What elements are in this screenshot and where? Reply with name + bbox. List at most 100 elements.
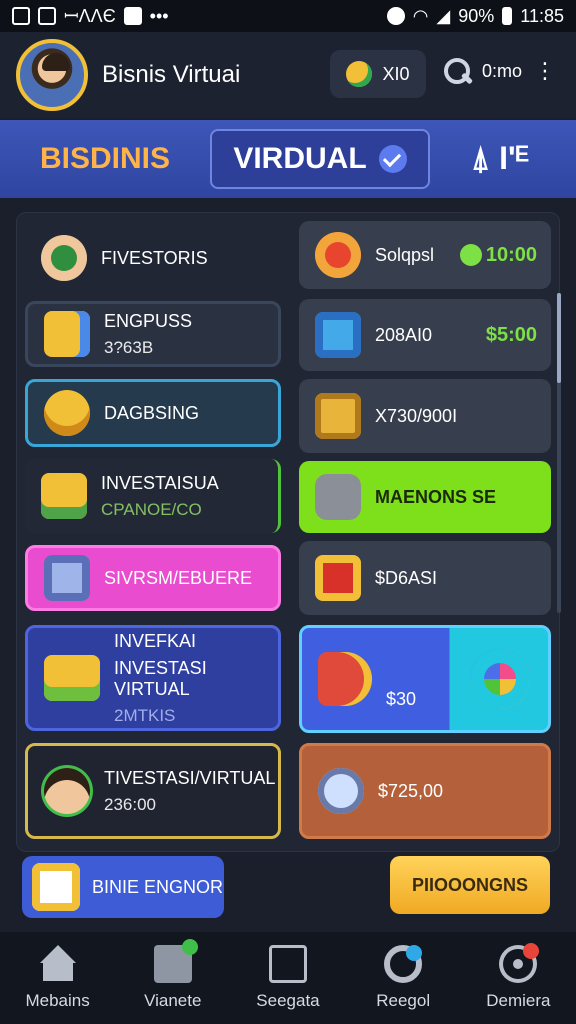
- scrollbar-thumb[interactable]: [557, 293, 561, 383]
- search-label: 0:mo: [482, 60, 523, 81]
- tab-label: ⍋ I'ᴱ: [471, 140, 529, 176]
- tab-label: BISDINIS: [39, 142, 171, 175]
- card-title: MAENONS SE: [375, 486, 497, 507]
- pill-label: XI0: [382, 63, 410, 84]
- engine-icon: [315, 474, 361, 520]
- left-card-5[interactable]: SIVRSM/EBUERE: [25, 545, 281, 611]
- card-title: ENGPUSS: [104, 310, 193, 331]
- left-card-7[interactable]: TIVESTASI/VIRTUAL 236:00: [25, 743, 281, 839]
- left-card-6[interactable]: INVEFKAI INVESTASI VIRTUAL 2MTKIS: [25, 625, 281, 731]
- status-bar: ꟷΛΛЄ ••• ◠ ◢ 90% 11:85: [0, 0, 576, 32]
- nav-label: Demiera: [486, 991, 551, 1010]
- app-header: Bisnis Virtuai XI0 0:mo ⋮: [0, 32, 576, 118]
- card-title: 208AI0: [375, 324, 433, 345]
- trophy-icon: [32, 863, 80, 911]
- status-left-text: ꟷΛΛЄ: [64, 6, 116, 26]
- coins-icon: [44, 390, 90, 436]
- clock-icon: [459, 244, 482, 267]
- target-icon: [315, 232, 361, 278]
- screenshot-icon: [12, 7, 30, 25]
- home-icon: [39, 945, 77, 983]
- box-icon: [153, 939, 198, 983]
- currency-pill[interactable]: XI0: [330, 50, 426, 98]
- card-value: 10:00: [459, 243, 537, 267]
- cash-bundle-icon: [44, 655, 100, 701]
- nav-item-shop[interactable]: Seegata: [233, 945, 343, 1011]
- card-sub: 236:00: [104, 794, 156, 814]
- promotions-button[interactable]: PIIOOONGNS: [390, 856, 550, 914]
- megaphone-icon: [318, 652, 372, 706]
- right-card-7[interactable]: $725,00: [299, 743, 551, 839]
- more-icon[interactable]: ⋮: [534, 58, 556, 84]
- card-title: SIVRSM/EBUERE: [104, 567, 253, 588]
- pencil-document-icon: [44, 311, 90, 357]
- card-title: X730/900I: [375, 405, 458, 426]
- content-panel: FIVESTORIS ENGPUSS 3?63B DAGBSING INVEST…: [16, 212, 561, 852]
- start-button-label: BINIE ENGNOR: [92, 876, 224, 897]
- nav-item-settings[interactable]: Demiera: [463, 943, 573, 1011]
- tab-extra[interactable]: ⍋ I'ᴱ: [430, 129, 570, 189]
- left-card-4[interactable]: INVESTAISUA CPANOE/CO: [25, 459, 281, 533]
- tab-label: VIRDUAL: [233, 142, 367, 175]
- coin-icon: [346, 61, 373, 87]
- nav-item-market[interactable]: Vianete: [118, 939, 228, 1011]
- money-stack-icon: [41, 473, 87, 519]
- card-title: INVEFKAI: [114, 630, 197, 651]
- check-icon: [378, 145, 407, 173]
- signal-icon: ◢: [436, 5, 451, 26]
- bluetooth-icon: [123, 7, 142, 25]
- card-sub: INVESTASI VIRTUAL: [114, 657, 207, 699]
- battery-text: 90%: [458, 5, 495, 26]
- card-sub: 3?63B: [104, 337, 154, 357]
- gift-bag-icon: [315, 555, 361, 601]
- search-area[interactable]: 0:mo ⋮: [442, 56, 556, 86]
- magnifier-chart-icon: [318, 768, 364, 814]
- right-card-5[interactable]: $D6ASI: [299, 541, 551, 615]
- promotions-button-label: PIIOOONGNS: [411, 874, 528, 895]
- card-value: $5:00: [485, 323, 537, 346]
- avatar[interactable]: [16, 39, 88, 111]
- card-value-text: 10:00: [485, 243, 537, 266]
- cube-icon: [315, 312, 361, 358]
- gear-icon: [499, 943, 540, 983]
- left-card-2[interactable]: ENGPUSS 3?63B: [25, 301, 281, 367]
- more-dots: •••: [149, 5, 169, 26]
- right-card-1[interactable]: Solqpsl 10:00: [299, 221, 551, 289]
- nav-label: Vianete: [144, 991, 202, 1010]
- tab-bar: BISDINIS VIRDUAL ⍋ I'ᴱ: [0, 120, 576, 198]
- right-card-4[interactable]: MAENONS SE: [299, 461, 551, 533]
- safe-icon: [44, 555, 90, 601]
- wifi-icon: ◠: [412, 5, 429, 26]
- nav-label: Seegata: [256, 991, 320, 1010]
- right-card-6[interactable]: $30: [299, 625, 551, 733]
- card-title: FIVESTORIS: [101, 247, 208, 268]
- crate-icon: [315, 393, 361, 439]
- card-title: TIVESTASI/VIRTUAL: [104, 767, 276, 788]
- card-title: $D6ASI: [375, 567, 438, 588]
- app-title: Bisnis Virtuai: [102, 61, 241, 88]
- ring-icon: [384, 945, 423, 983]
- card-title: Solqpsl: [375, 244, 435, 265]
- battery-icon: [502, 7, 513, 25]
- left-card-1[interactable]: FIVESTORIS: [25, 223, 281, 293]
- tab-virtual[interactable]: VIRDUAL: [210, 129, 430, 189]
- bag-icon: [268, 945, 307, 983]
- pie-chart-icon: [470, 649, 530, 709]
- card-title: INVESTAISUA: [101, 472, 219, 493]
- card-sub: CPANOE/CO: [101, 499, 202, 519]
- shield-icon: [386, 7, 405, 25]
- left-card-3[interactable]: DAGBSING: [25, 379, 281, 447]
- gallery-icon: [38, 7, 56, 25]
- investor-avatar-icon: [41, 235, 87, 281]
- card-title: DAGBSING: [104, 402, 200, 423]
- right-card-3[interactable]: X730/900I: [299, 379, 551, 453]
- bottom-nav: Mebains Vianete Seegata Reegol Demiera: [0, 932, 576, 1024]
- card-title: $30: [386, 688, 417, 709]
- card-sub-2: 2MTKIS: [114, 705, 176, 725]
- search-icon[interactable]: [442, 56, 472, 86]
- right-card-2[interactable]: 208AI0 $5:00: [299, 299, 551, 371]
- start-button[interactable]: BINIE ENGNOR: [22, 856, 224, 918]
- tab-bisnis[interactable]: BISDINIS: [0, 129, 210, 189]
- nav-item-goals[interactable]: Reegol: [348, 945, 458, 1011]
- nav-item-home[interactable]: Mebains: [3, 945, 113, 1011]
